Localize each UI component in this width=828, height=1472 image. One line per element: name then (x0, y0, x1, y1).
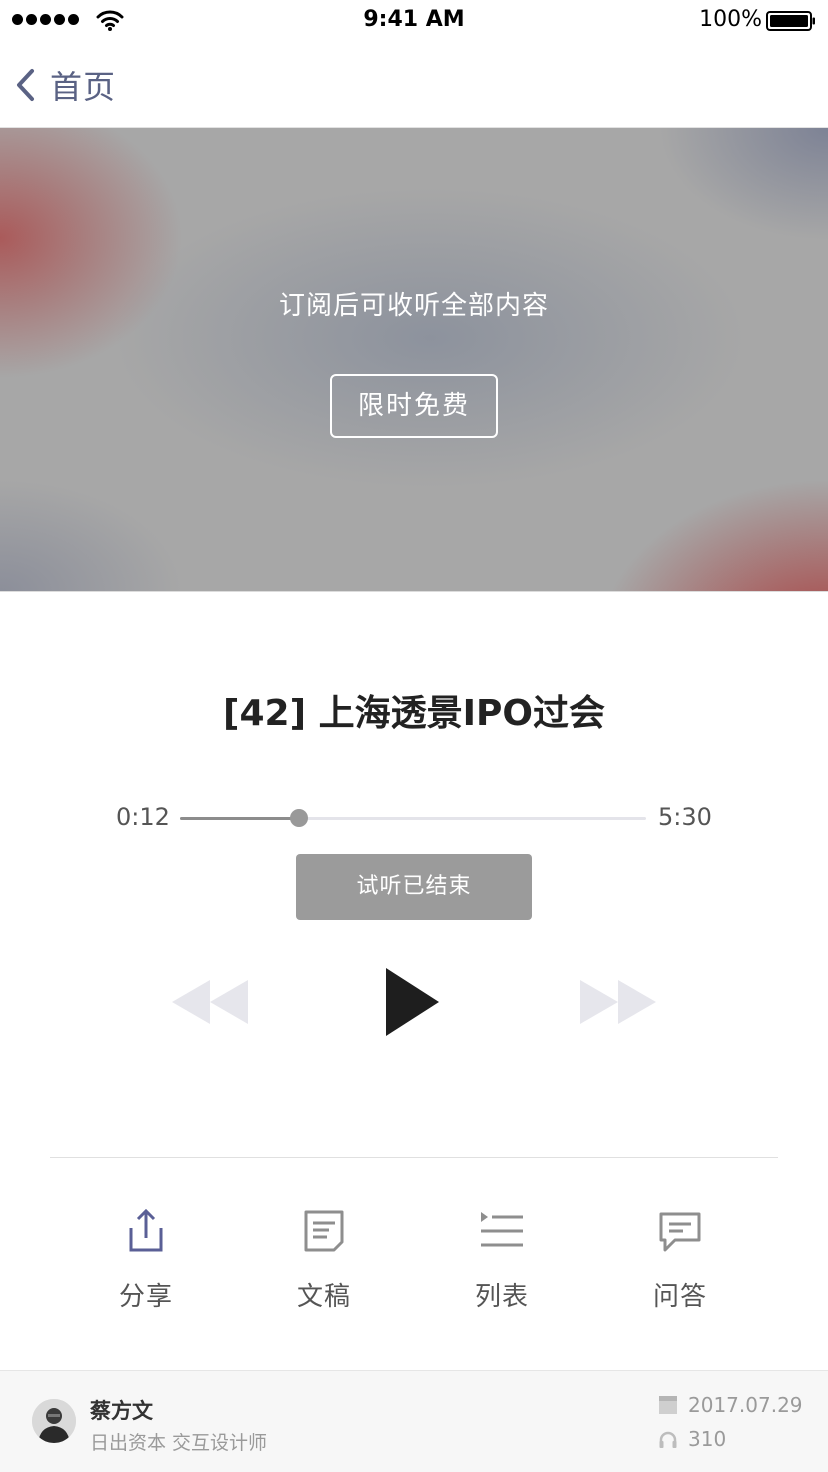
date-text: 2017.07.29 (688, 1393, 803, 1417)
play-icon[interactable] (384, 966, 440, 1038)
progress-handle[interactable] (289, 809, 308, 827)
free-trial-button[interactable]: 限时免费 (330, 374, 498, 438)
chevron-left-icon (17, 69, 34, 101)
subscribe-message: 订阅后可收听全部内容 (278, 291, 549, 321)
status-bar: 9:41 AM 100% (0, 0, 828, 40)
publish-date: 2017.07.29 (658, 1393, 803, 1417)
fast-forward-icon[interactable] (580, 980, 656, 1024)
playlist-button[interactable]: 列表 (442, 1208, 562, 1313)
back-label: 首页 (50, 68, 117, 106)
progress-fill (180, 817, 299, 820)
author-name: 蔡方文 (90, 1399, 153, 1423)
divider (50, 1157, 778, 1158)
comment-icon (659, 1212, 701, 1252)
avatar-image (32, 1399, 76, 1443)
back-button[interactable]: 首页 (14, 62, 116, 108)
episode-title: [42] 上海透景IPO过会 (223, 693, 605, 734)
avatar[interactable] (32, 1399, 76, 1443)
plays-text: 310 (688, 1427, 727, 1451)
progress-slider[interactable] (180, 809, 646, 827)
share-button[interactable]: 分享 (86, 1208, 206, 1313)
rewind-icon[interactable] (172, 980, 248, 1024)
calendar-icon (659, 1396, 677, 1414)
playlist-icon (481, 1212, 523, 1247)
cover-image: 订阅后可收听全部内容 限时免费 (0, 128, 828, 592)
battery-icon (766, 11, 815, 31)
qa-button[interactable]: 问答 (620, 1208, 740, 1313)
qa-label: 问答 (652, 1282, 707, 1312)
navigation-bar: 首页 (0, 40, 828, 128)
total-time: 5:30 (658, 803, 712, 831)
document-icon (304, 1210, 344, 1252)
playlist-label: 列表 (474, 1282, 529, 1312)
current-time: 0:12 (116, 803, 170, 831)
share-icon (129, 1208, 163, 1252)
play-count: 310 (658, 1427, 726, 1451)
author-footer: 蔡方文 日出资本 交互设计师 2017.07.29 310 (0, 1370, 828, 1472)
transcript-label: 文稿 (296, 1282, 351, 1312)
share-label: 分享 (118, 1282, 173, 1312)
battery-percent: 100% (699, 7, 762, 32)
headphones-icon (659, 1431, 677, 1448)
author-description: 日出资本 交互设计师 (90, 1432, 268, 1454)
trial-ended-button[interactable]: 试听已结束 (296, 854, 532, 920)
transcript-button[interactable]: 文稿 (264, 1208, 384, 1313)
